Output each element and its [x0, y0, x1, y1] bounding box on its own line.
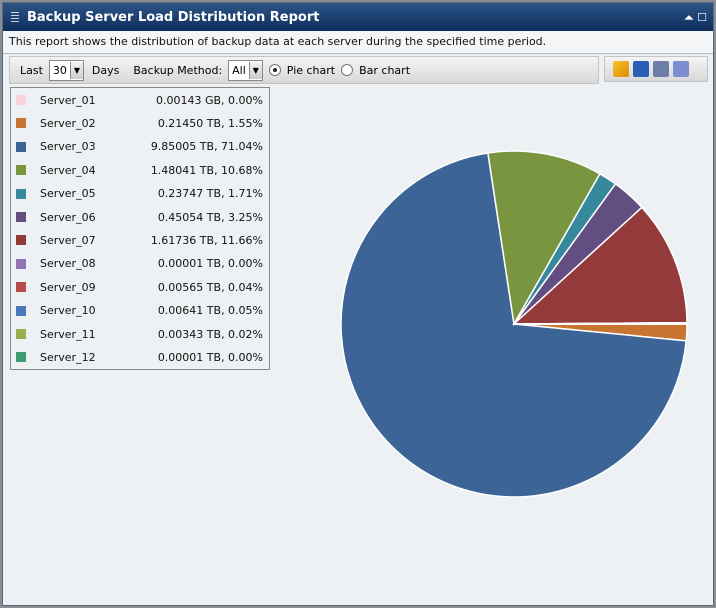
pie-chart [340, 150, 688, 498]
